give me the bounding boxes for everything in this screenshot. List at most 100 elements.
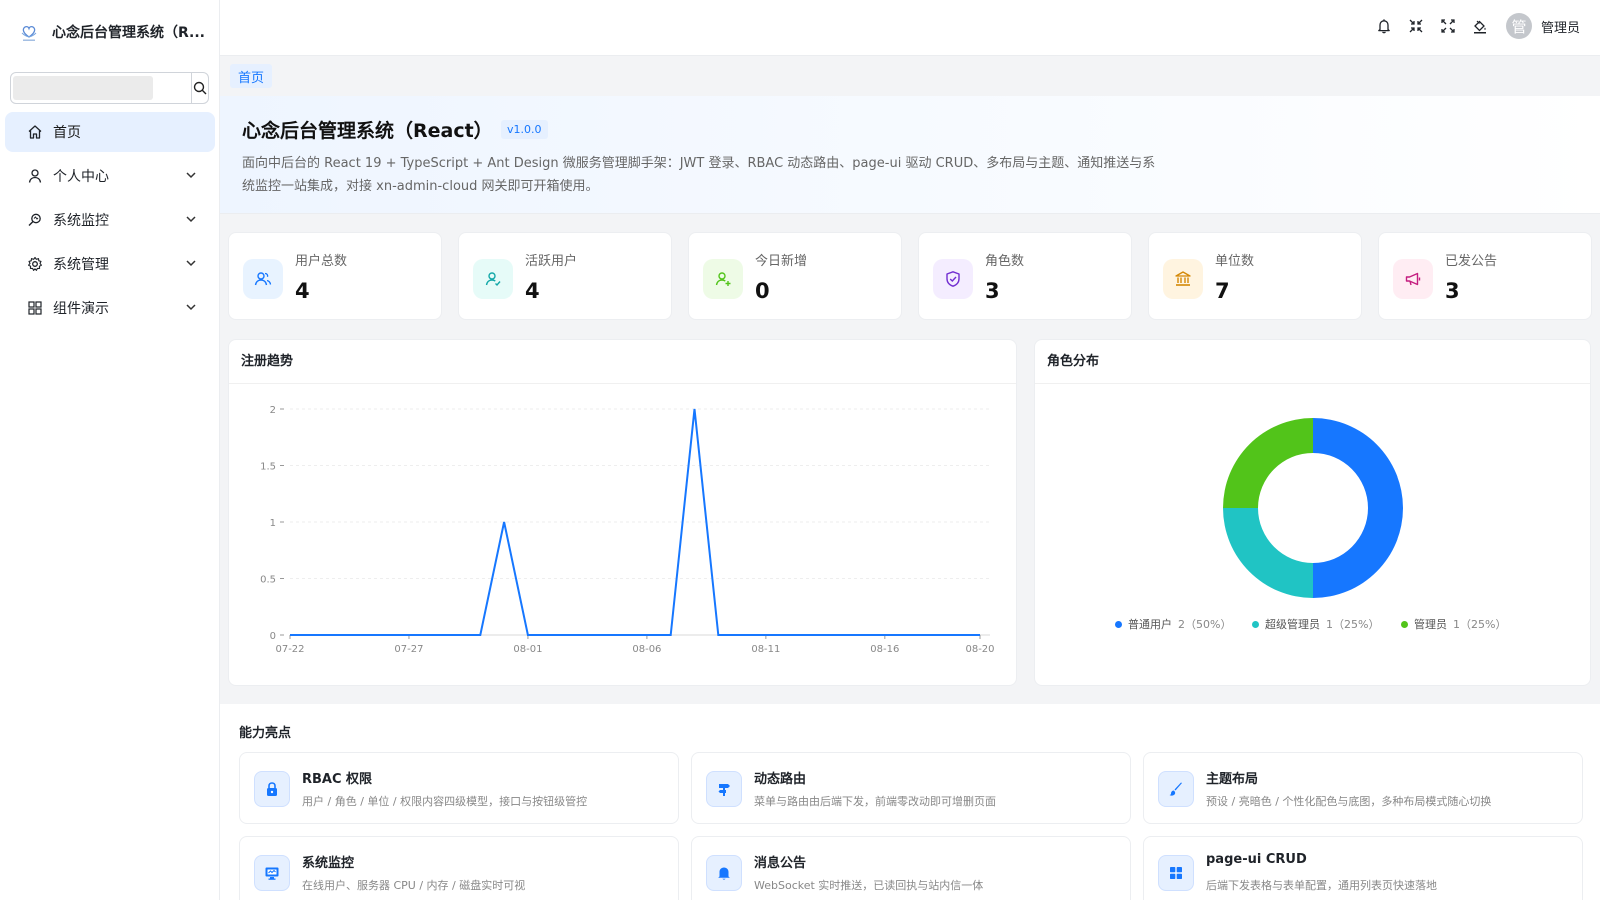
feature-card-theme[interactable]: 主题布局 预设 / 亮暗色 / 个性化配色与底图，多种布局模式随心切换 [1143,752,1583,824]
data-point[interactable] [550,634,553,637]
data-point[interactable] [883,634,886,637]
hero-description: 面向中后台的 React 19 + TypeScript + Ant Desig… [242,156,1156,194]
heart-hands-logo [21,25,37,41]
data-point[interactable] [788,634,791,637]
legend-item[interactable]: 普通用户 2（50%） [1115,616,1231,632]
sidebar-item-monitor[interactable]: 系统监控 [5,200,215,240]
feature-card-notice[interactable]: 消息公告 WebSocket 实时推送，已读回执与站内信一体 [691,836,1131,900]
sidebar-item-components[interactable]: 组件演示 [5,288,215,328]
side-menu: 首页 个人中心 系统监控 系统管理 组件演示 [0,112,220,332]
data-point[interactable] [741,634,744,637]
legend-item[interactable]: 超级管理员 1（25%） [1252,616,1379,632]
legend-label: 管理员 [1414,618,1447,631]
data-point[interactable] [979,634,982,637]
legend-label: 普通用户 [1128,618,1172,631]
sidebar-item-profile[interactable]: 个人中心 [5,156,215,196]
active-user-icon [473,259,513,299]
x-tick-label: 08-20 [965,644,994,655]
data-point[interactable] [931,634,934,637]
x-tick-label: 07-27 [394,644,423,655]
data-point[interactable] [384,634,387,637]
pie-slice[interactable] [1313,418,1403,598]
data-point[interactable] [693,408,696,411]
username[interactable]: 管理员 [1541,17,1580,36]
feature-title: 主题布局 [1206,772,1259,787]
data-point[interactable] [574,634,577,637]
data-point[interactable] [526,634,529,637]
x-tick-label: 07-22 [275,644,304,655]
pie-slice[interactable] [1223,508,1313,598]
data-point[interactable] [455,634,458,637]
pie-slice[interactable] [1223,418,1313,508]
breadcrumb-tab-home[interactable]: 首页 [230,64,273,88]
bell-icon[interactable] [1374,16,1394,36]
data-point[interactable] [407,634,410,637]
feature-card-rbac[interactable]: RBAC 权限 用户 / 角色 / 单位 / 权限内容四级模型，接口与按钮级管控 [239,752,679,824]
legend-item[interactable]: 管理员 1（25%） [1401,616,1506,632]
data-point[interactable] [503,521,506,524]
data-point[interactable] [669,634,672,637]
data-point[interactable] [622,634,625,637]
data-point[interactable] [764,634,767,637]
data-point[interactable] [645,634,648,637]
data-point[interactable] [479,634,482,637]
stat-label: 角色数 [985,254,1025,269]
feature-card-dynamic-route[interactable]: 动态路由 菜单与路由由后端下发，前端零改动即可增删页面 [691,752,1131,824]
y-tick-label: 1 [270,518,276,529]
data-point[interactable] [860,634,863,637]
data-point[interactable] [812,634,815,637]
feature-desc: 后端下发表格与表单配置，通用列表页快速落地 [1206,879,1437,892]
data-point[interactable] [336,634,339,637]
legend-value: 1（25%） [1453,618,1507,631]
signpost-icon [706,771,742,807]
expand-icon[interactable] [1438,16,1458,36]
features-panel: 能力亮点 RBAC 权限 用户 / 角色 / 单位 / 权限内容四级模型，接口与… [220,704,1600,900]
legend-value: 1（25%） [1326,618,1380,631]
compress-icon[interactable] [1406,16,1426,36]
brush-icon [1158,771,1194,807]
user-icon [27,168,43,184]
sidebar-item-home[interactable]: 首页 [5,112,215,152]
stat-label: 今日新增 [755,254,808,269]
trend-title: 注册趋势 [229,340,1016,384]
data-point[interactable] [431,634,434,637]
data-point[interactable] [360,634,363,637]
trend-chart: 0 0.5 1 1.5 2 07-22 07-27 08-01 08-06 08-11 08-16 0… [260,405,994,655]
data-point[interactable] [955,634,958,637]
menu-search-input[interactable] [11,73,191,103]
y-tick-label: 1.5 [260,462,276,473]
sidebar-item-label: 系统监控 [53,213,109,229]
feature-card-page-ui[interactable]: page-ui CRUD 后端下发表格与表单配置，通用列表页快速落地 [1143,836,1583,900]
legend-dot [1401,620,1408,628]
brand[interactable]: 心念后台管理系统（R... [0,0,219,64]
feature-title: 动态路由 [754,772,807,787]
feature-card-monitor[interactable]: 系统监控 在线用户、服务器 CPU / 内存 / 磁盘实时可视 [239,836,679,900]
version-badge: v1.0.0 [501,120,548,139]
feature-desc: 菜单与路由由后端下发，前端零改动即可增删页面 [754,795,996,808]
y-tick-label: 0 [270,631,276,642]
avatar[interactable]: 管 [1505,13,1532,39]
data-point[interactable] [289,634,292,637]
legend-dot [1115,620,1122,628]
bank-icon [1163,259,1203,299]
data-point[interactable] [907,634,910,637]
feature-title: 消息公告 [754,856,807,871]
header-toolbar: 管 管理员 [1362,13,1580,39]
features-title: 能力亮点 [239,726,292,741]
data-point[interactable] [312,634,315,637]
stat-value: 4 [525,279,540,303]
monitor-icon [254,855,290,891]
page-title: 心念后台管理系统（React） [242,120,493,142]
stat-label: 用户总数 [295,254,348,269]
data-point[interactable] [717,634,720,637]
data-point[interactable] [598,634,601,637]
sidebar-item-label: 组件演示 [53,301,109,317]
search-button[interactable] [191,73,208,103]
data-point[interactable] [836,634,839,637]
feature-title: page-ui CRUD [1206,852,1307,867]
stat-value: 3 [1445,279,1460,303]
grid-icon [27,300,43,316]
sidebar-item-system[interactable]: 系统管理 [5,244,215,284]
paint-bucket-icon[interactable] [1470,16,1490,36]
x-tick-label: 08-06 [632,644,661,655]
